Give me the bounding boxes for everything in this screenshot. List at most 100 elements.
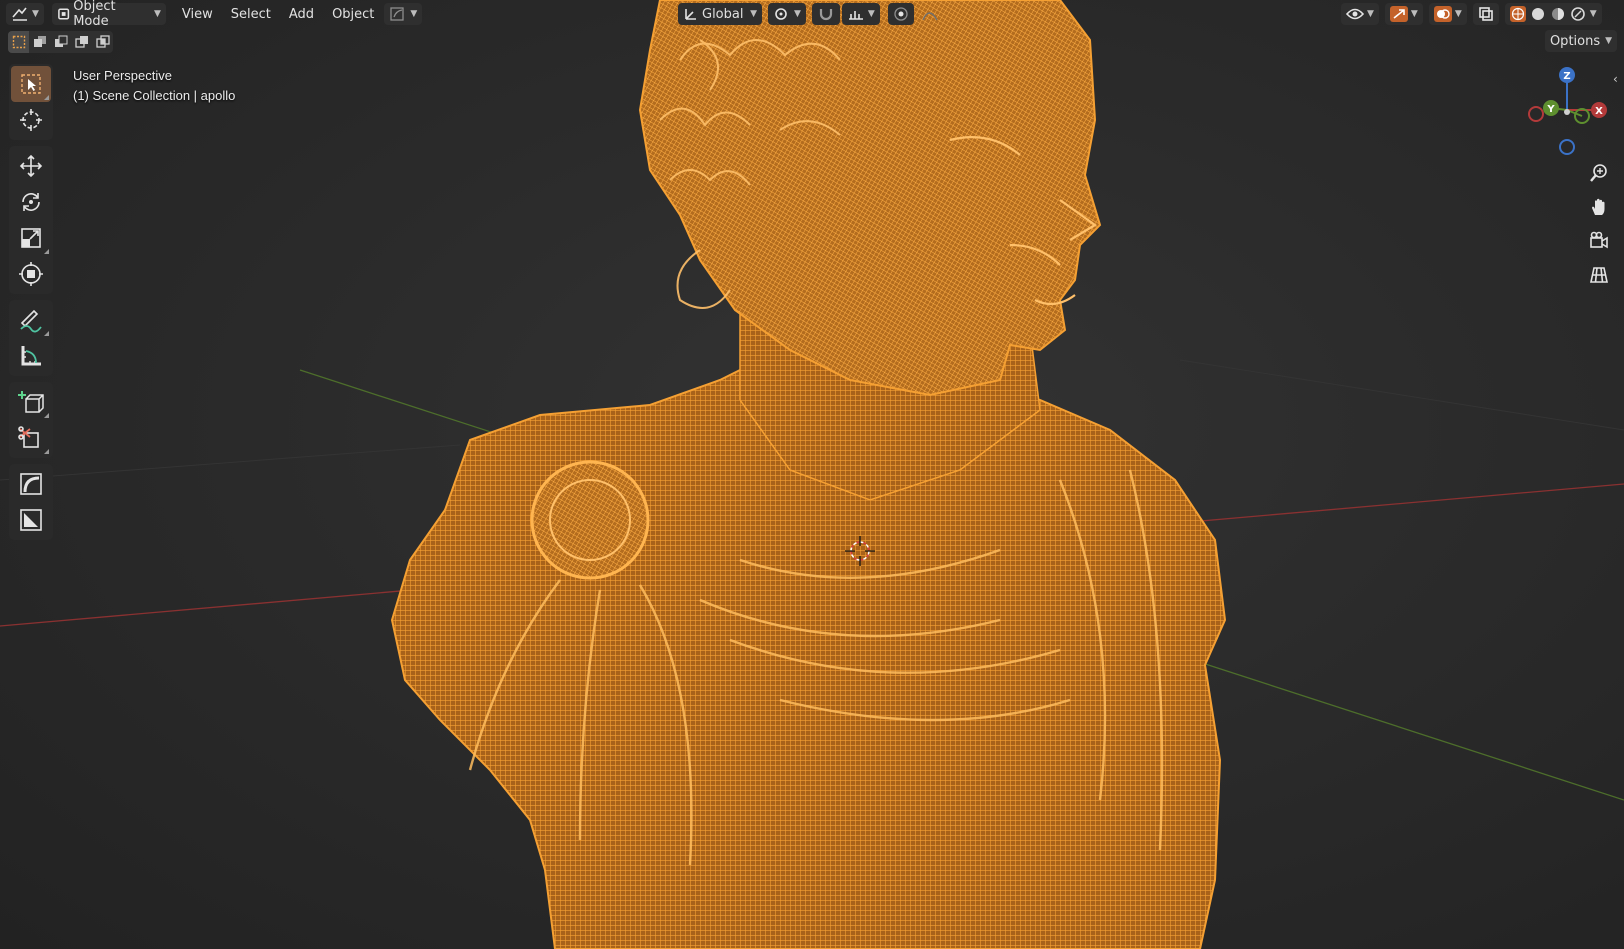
image-tool-icon (20, 509, 42, 531)
selection-mode-group (8, 31, 113, 53)
tool-measure[interactable] (11, 338, 51, 374)
chevron-down-icon: ▼ (1605, 36, 1613, 46)
chevron-down-icon: ▼ (154, 9, 161, 19)
gizmo-toggle[interactable]: ▼ (1384, 3, 1423, 25)
perspective-toggle-button[interactable] (1583, 260, 1615, 290)
tool-image[interactable] (11, 502, 51, 538)
transform-pivot-button[interactable]: ▼ (384, 3, 423, 25)
menu-object[interactable]: Object (324, 3, 382, 25)
select-new-icon (12, 35, 25, 49)
options-label: Options (1549, 33, 1601, 49)
tool-rotate[interactable] (11, 184, 51, 220)
tool-transform[interactable] (11, 256, 51, 292)
tool-add-cube[interactable] (11, 384, 51, 420)
annotate-pencil-icon (20, 309, 42, 333)
eye-icon (1346, 8, 1364, 20)
measure-ruler-icon (21, 346, 41, 366)
curve-icon (20, 473, 42, 495)
tool-curve[interactable] (11, 466, 51, 502)
chevron-down-icon: ▼ (1454, 9, 1462, 19)
apollo-bust-mesh[interactable] (390, 0, 1227, 949)
xray-toggle[interactable] (1472, 3, 1499, 25)
mode-label: Object Mode (73, 0, 116, 29)
menu-add[interactable]: Add (281, 3, 322, 25)
snap-toggle[interactable] (811, 3, 840, 25)
snap-target-dropdown[interactable]: ▼ (841, 3, 880, 25)
grid-line (1179, 359, 1624, 431)
tool-annotate[interactable] (11, 302, 51, 338)
hand-icon (1592, 198, 1605, 215)
3d-viewport[interactable] (0, 0, 1624, 949)
chevron-down-icon: ▼ (1589, 9, 1597, 19)
tool-group-add (9, 382, 53, 458)
material-preview-icon[interactable] (1550, 6, 1566, 22)
chevron-down-icon: ▼ (1367, 9, 1374, 19)
object-mode-icon (58, 8, 70, 20)
zoom-button[interactable] (1583, 158, 1615, 188)
solid-shading-icon[interactable] (1530, 6, 1546, 22)
gizmo-icon (1389, 6, 1408, 22)
chevron-down-icon: ▼ (410, 9, 418, 19)
viewport-header: ▼ Object Mode ▼ View Select Add Object ▼ (0, 0, 1624, 29)
overlays-toggle[interactable]: ▼ (1428, 3, 1467, 25)
falloff-curve-icon (922, 12, 938, 21)
scale-icon (21, 228, 41, 248)
select-new-button[interactable] (8, 31, 29, 53)
axis-neg-x-handle[interactable] (1528, 106, 1544, 122)
orientation-axes-icon (685, 9, 696, 20)
pivot-icon (390, 7, 405, 21)
axis-y-label: Y (1546, 104, 1555, 115)
tool-extrude[interactable] (11, 420, 51, 456)
orientation-dropdown[interactable]: Global ▼ (678, 3, 762, 25)
editor-type-button[interactable]: ▼ (6, 3, 44, 25)
shading-modes: ▼ (1504, 3, 1602, 25)
navigation-gizmo[interactable]: Z Y X (1520, 64, 1616, 164)
tool-group-transform (9, 146, 53, 294)
pan-button[interactable] (1583, 192, 1615, 222)
tool-group-misc (9, 464, 53, 540)
pivot-point-icon (775, 8, 787, 20)
tool-move[interactable] (11, 148, 51, 184)
snap-increment-icon (848, 11, 863, 20)
axis-x-label: X (1595, 106, 1603, 117)
camera-view-button[interactable] (1583, 226, 1615, 256)
tool-scale[interactable] (11, 220, 51, 256)
magnet-icon (819, 9, 833, 21)
rotate-icon (22, 193, 40, 211)
perspective-grid-icon (1590, 267, 1608, 283)
falloff-button[interactable] (916, 3, 944, 25)
mode-dropdown[interactable]: Object Mode ▼ (51, 0, 166, 29)
tool-group-annotate (9, 300, 53, 376)
select-extend-icon (33, 36, 46, 47)
options-dropdown[interactable]: Options ▼ (1545, 30, 1617, 52)
menu-select[interactable]: Select (223, 3, 279, 25)
menu-view[interactable]: View (174, 3, 221, 25)
select-box-icon (21, 74, 41, 94)
tool-group-select (9, 64, 53, 140)
select-extend-button[interactable] (29, 31, 50, 53)
move-icon (19, 154, 43, 178)
select-invert-button[interactable] (71, 31, 92, 53)
select-subtract-button[interactable] (50, 31, 71, 53)
wireframe-shading-icon[interactable] (1509, 6, 1526, 22)
chevron-down-icon: ▼ (794, 9, 801, 19)
axis-neg-z-handle[interactable] (1559, 139, 1575, 155)
chevron-down-icon: ▼ (1410, 9, 1418, 19)
zoom-magnifier-icon (1590, 164, 1607, 182)
tool-cursor[interactable] (11, 102, 51, 138)
collection-label: (1) Scene Collection | apollo (73, 88, 236, 103)
pivot-point-dropdown[interactable]: ▼ (768, 3, 806, 25)
visibility-dropdown[interactable]: ▼ (1341, 3, 1379, 25)
camera-icon (1590, 231, 1608, 249)
cursor-icon (20, 109, 42, 131)
rendered-shading-icon[interactable] (1570, 6, 1586, 22)
chevron-down-icon: ▼ (750, 9, 757, 19)
proportional-editing-icon (894, 7, 908, 21)
overlays-icon (1433, 6, 1452, 22)
chevron-down-icon: ▼ (867, 9, 875, 19)
select-intersect-button[interactable] (92, 31, 113, 53)
select-invert-icon (74, 36, 88, 48)
proportional-editing-toggle[interactable] (887, 3, 914, 25)
tool-select-box[interactable] (11, 66, 51, 102)
xray-icon (1478, 7, 1493, 21)
